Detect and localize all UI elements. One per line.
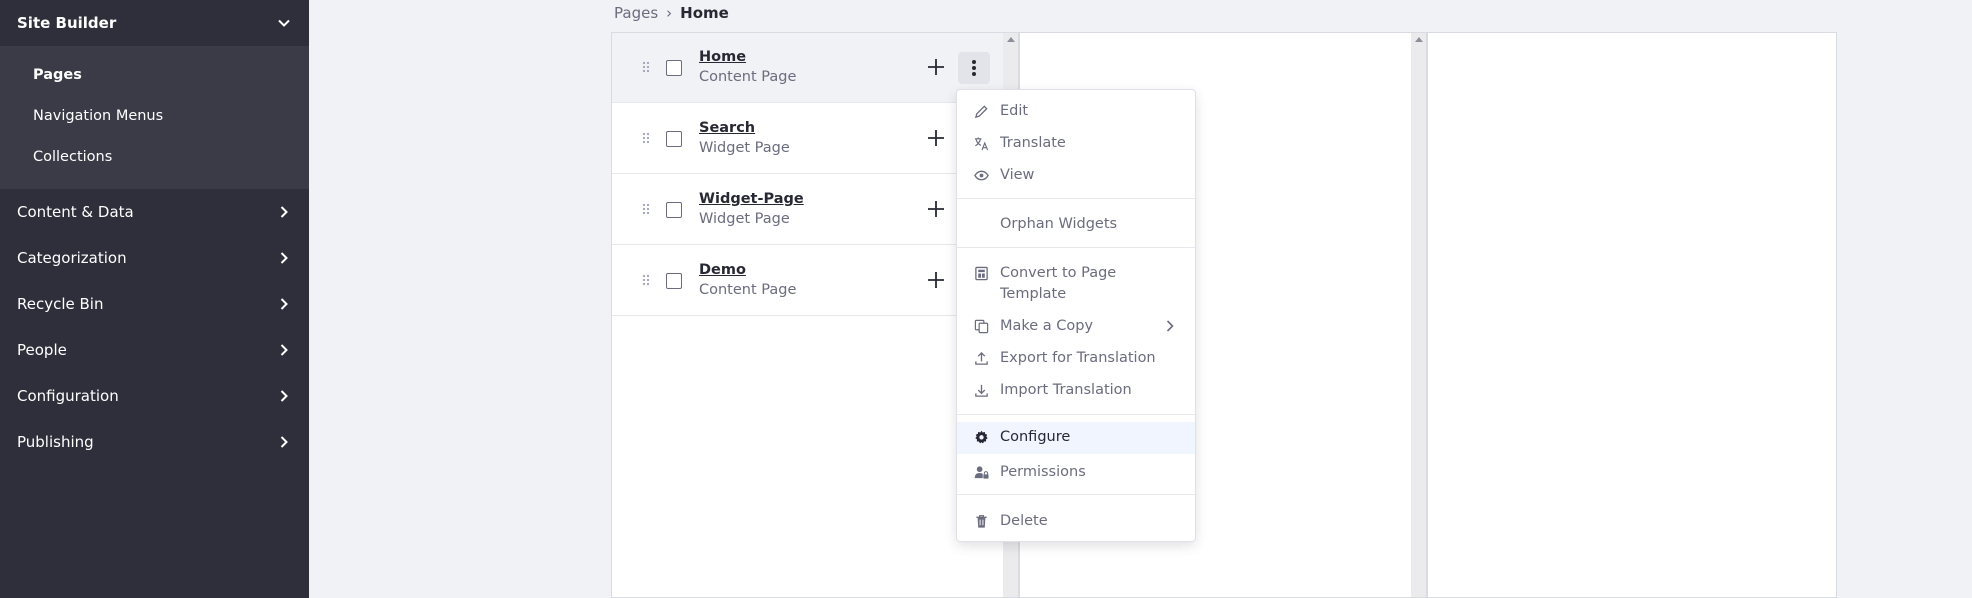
page-checkbox[interactable] [666, 60, 682, 76]
import-icon [975, 384, 988, 397]
chevron-right-icon [276, 204, 292, 220]
sidebar-item-collections[interactable]: Collections [0, 136, 309, 177]
page-checkbox[interactable] [666, 202, 682, 218]
page-type: Content Page [699, 69, 797, 85]
breadcrumb: Pages › Home [614, 0, 729, 26]
add-child-page-plus-icon[interactable] [926, 57, 946, 77]
menu-item-make-a-copy[interactable]: Make a Copy [957, 316, 1195, 337]
sidebar-item-pages[interactable]: Pages [0, 54, 309, 95]
page-name[interactable]: Widget-Page [699, 191, 804, 207]
trash-icon [976, 515, 987, 528]
menu-divider [957, 414, 1195, 415]
user-lock-icon [974, 466, 989, 479]
drag-handle-icon[interactable] [642, 61, 650, 73]
gear-icon [975, 430, 988, 444]
menu-divider [957, 198, 1195, 199]
menu-item-label: Make a Copy [1000, 318, 1094, 334]
menu-item-label: Edit [1000, 103, 1029, 119]
page-type: Widget Page [699, 140, 790, 156]
menu-divider [957, 247, 1195, 248]
empty-column [1427, 32, 1837, 598]
menu-item-label: Convert to Page Template [1000, 265, 1117, 302]
menu-item-translate[interactable]: Translate [957, 133, 1195, 154]
sidebar-category-label: People [17, 341, 67, 359]
menu-item-label: View [1000, 167, 1035, 183]
menu-item-label: Permissions [1000, 464, 1086, 480]
copy-icon [974, 319, 989, 334]
page-row-demo[interactable]: Demo Content Page [612, 246, 1004, 316]
export-icon [975, 351, 988, 365]
menu-item-label: Orphan Widgets [1000, 216, 1118, 232]
menu-divider [957, 494, 1195, 495]
menu-item-label: Delete [1000, 513, 1048, 529]
drag-handle-icon[interactable] [642, 274, 650, 286]
breadcrumb-current: Home [680, 4, 729, 22]
page-name[interactable]: Search [699, 120, 755, 136]
translate-icon [974, 137, 989, 151]
sidebar-category-people[interactable]: People [0, 327, 309, 373]
sidebar-category-label: Categorization [17, 249, 127, 267]
chevron-down-icon [276, 15, 292, 31]
breadcrumb-pages-link[interactable]: Pages [614, 4, 658, 22]
sidebar-category-recycle-bin[interactable]: Recycle Bin [0, 281, 309, 327]
sidebar: Site Builder Pages Navigation Menus Coll… [0, 0, 309, 598]
site-builder-submenu: Pages Navigation Menus Collections [0, 46, 309, 189]
breadcrumb-separator: › [666, 4, 673, 22]
menu-item-convert-to-page-template[interactable]: Convert to Page Template [957, 263, 1195, 305]
menu-item-label: Translate [1000, 135, 1066, 151]
page-checkbox[interactable] [666, 131, 682, 147]
site-builder-header[interactable]: Site Builder [0, 0, 309, 46]
sidebar-category-label: Configuration [17, 387, 119, 405]
sidebar-category-configuration[interactable]: Configuration [0, 373, 309, 419]
scroll-up-icon[interactable] [1415, 37, 1423, 42]
site-builder-title: Site Builder [17, 14, 117, 32]
page-row-search[interactable]: Search Widget Page [612, 104, 1004, 174]
chevron-right-icon [276, 342, 292, 358]
chevron-right-icon [276, 296, 292, 312]
page-type: Content Page [699, 282, 797, 298]
page-type: Widget Page [699, 211, 790, 227]
page-row-home[interactable]: Home Content Page [612, 33, 1004, 103]
page-row-widget-page[interactable]: Widget-Page Widget Page [612, 175, 1004, 245]
page-actions-menu: Edit Translate View Orphan Widgets Conve… [956, 89, 1196, 542]
menu-item-view[interactable]: View [957, 165, 1195, 186]
sidebar-category-categorization[interactable]: Categorization [0, 235, 309, 281]
sidebar-category-label: Content & Data [17, 203, 134, 221]
menu-item-permissions[interactable]: Permissions [957, 462, 1195, 483]
drag-handle-icon[interactable] [642, 203, 650, 215]
page-template-icon [975, 266, 988, 281]
page-name[interactable]: Home [699, 49, 746, 65]
sidebar-category-content-data[interactable]: Content & Data [0, 189, 309, 235]
chevron-right-icon [1166, 320, 1174, 332]
page-name[interactable]: Demo [699, 262, 746, 278]
kebab-icon [972, 60, 976, 76]
page-actions-kebab-button[interactable] [958, 52, 990, 84]
drag-handle-icon[interactable] [642, 132, 650, 144]
scroll-up-icon[interactable] [1007, 37, 1015, 42]
chevron-right-icon [276, 388, 292, 404]
pencil-icon [974, 105, 988, 119]
menu-item-label: Export for Translation [1000, 350, 1156, 366]
add-child-page-plus-icon[interactable] [926, 270, 946, 290]
add-child-page-plus-icon[interactable] [926, 128, 946, 148]
sidebar-item-navigation-menus[interactable]: Navigation Menus [0, 95, 309, 136]
menu-item-import-translation[interactable]: Import Translation [957, 380, 1195, 401]
menu-item-edit[interactable]: Edit [957, 101, 1195, 122]
sidebar-category-label: Publishing [17, 433, 94, 451]
eye-icon [974, 170, 989, 181]
page-checkbox[interactable] [666, 273, 682, 289]
menu-item-label: Configure [1000, 429, 1071, 445]
sidebar-category-label: Recycle Bin [17, 295, 104, 313]
add-child-page-plus-icon[interactable] [926, 199, 946, 219]
menu-item-orphan-widgets[interactable]: Orphan Widgets [957, 214, 1195, 235]
menu-item-export-for-translation[interactable]: Export for Translation [957, 348, 1195, 369]
menu-item-delete[interactable]: Delete [957, 511, 1195, 532]
menu-item-label: Import Translation [1000, 382, 1132, 398]
sidebar-category-publishing[interactable]: Publishing [0, 419, 309, 465]
chevron-right-icon [276, 434, 292, 450]
menu-item-configure[interactable]: Configure [957, 422, 1195, 454]
chevron-right-icon [276, 250, 292, 266]
column-scrollbar[interactable] [1411, 33, 1426, 597]
